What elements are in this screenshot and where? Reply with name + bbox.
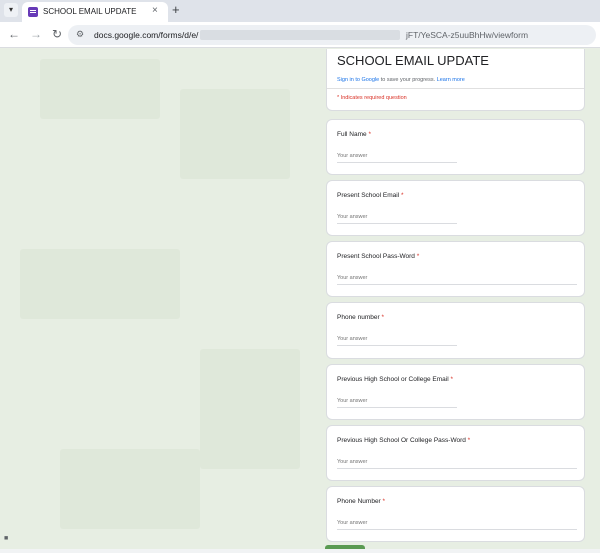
question-card-full-name: Full Name * (326, 119, 585, 175)
tab-title: SCHOOL EMAIL UPDATE (43, 7, 137, 16)
url-suffix: jFT/YeSCA-z5uuBhHw/viewform (406, 30, 529, 40)
google-forms-favicon-icon (28, 7, 38, 17)
form-header-card: SCHOOL EMAIL UPDATE Sign in to Google to… (326, 49, 585, 111)
answer-underline (337, 468, 577, 469)
question-card-phone-number-2: Phone Number * (326, 486, 585, 542)
present-password-input[interactable] (337, 275, 577, 281)
forward-arrow-icon[interactable]: → (30, 27, 42, 41)
question-label: Previous High School or College Email * (337, 376, 453, 383)
learn-more-link[interactable]: Learn more (437, 77, 465, 83)
question-label: Phone Number * (337, 498, 386, 505)
answer-underline (337, 284, 577, 285)
full-name-input[interactable] (337, 153, 457, 159)
background-decoration (180, 89, 290, 179)
site-info-icon[interactable]: ⚙ (76, 29, 84, 40)
signin-prompt: Sign in to Google to save your progress.… (337, 77, 465, 83)
form-title: SCHOOL EMAIL UPDATE (337, 53, 489, 68)
answer-underline (337, 345, 457, 346)
feedback-icon[interactable]: ■ (4, 535, 8, 542)
question-label: Present School Pass-Word * (337, 253, 420, 260)
address-bar[interactable]: ⚙ docs.google.com/forms/d/e/ jFT/YeSCA-z… (68, 25, 596, 45)
question-card-phone-number: Phone number * (326, 302, 585, 359)
tab-list-dropdown[interactable]: ▾ (4, 3, 18, 17)
question-label: Full Name * (337, 131, 371, 138)
header-divider (327, 88, 584, 89)
browser-toolbar: ← → ↻ ⚙ docs.google.com/forms/d/e/ jFT/Y… (0, 22, 600, 48)
question-label: Previous High School Or College Pass-Wor… (337, 437, 471, 444)
background-decoration (20, 249, 180, 319)
back-arrow-icon[interactable]: ← (8, 27, 20, 41)
background-decoration (200, 349, 300, 469)
question-card-present-email: Present School Email * (326, 180, 585, 236)
url-redacted (200, 30, 400, 40)
answer-underline (337, 162, 457, 163)
page-bottom-strip (0, 549, 600, 553)
signin-text: to save your progress. (379, 77, 437, 83)
question-label: Phone number * (337, 314, 384, 321)
phone-number-2-input[interactable] (337, 520, 577, 526)
browser-tab[interactable]: SCHOOL EMAIL UPDATE × (22, 2, 168, 22)
page-content: SCHOOL EMAIL UPDATE Sign in to Google to… (0, 49, 600, 553)
answer-underline (337, 407, 457, 408)
answer-underline (337, 223, 457, 224)
url-prefix: docs.google.com/forms/d/e/ (94, 30, 199, 40)
background-decoration (40, 59, 160, 119)
question-card-previous-password: Previous High School Or College Pass-Wor… (326, 425, 585, 481)
chevron-down-icon: ▾ (8, 5, 13, 14)
phone-number-input[interactable] (337, 336, 457, 342)
question-card-previous-email: Previous High School or College Email * (326, 364, 585, 420)
browser-tab-bar: ▾ SCHOOL EMAIL UPDATE × + (0, 0, 600, 22)
new-tab-icon[interactable]: + (172, 2, 180, 17)
background-decoration (60, 449, 200, 529)
present-email-input[interactable] (337, 214, 457, 220)
previous-password-input[interactable] (337, 459, 577, 465)
required-note: * Indicates required question (337, 95, 407, 101)
signin-link[interactable]: Sign in to Google (337, 77, 379, 83)
answer-underline (337, 529, 577, 530)
question-label: Present School Email * (337, 192, 404, 199)
close-tab-icon[interactable]: × (152, 5, 158, 16)
question-card-present-password: Present School Pass-Word * (326, 241, 585, 297)
previous-email-input[interactable] (337, 398, 457, 404)
reload-icon[interactable]: ↻ (52, 27, 62, 41)
